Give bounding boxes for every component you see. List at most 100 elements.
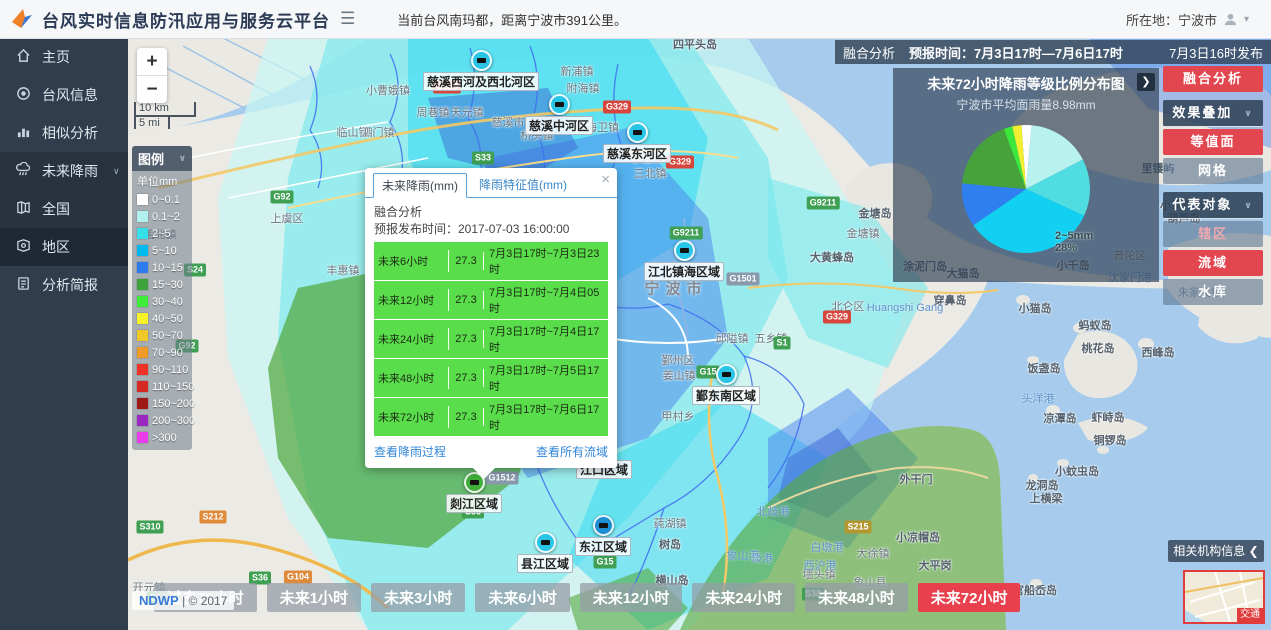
pie-panel: 未来72小时降雨等级比例分布图 ❯ 宁波市平均面雨量8.98mm 2~5mm28… bbox=[893, 68, 1159, 282]
legend-swatch bbox=[137, 398, 148, 409]
right-button-等值面[interactable]: 等值面 bbox=[1163, 129, 1263, 155]
road-badge-G92: G92 bbox=[270, 191, 293, 204]
forecast-topbar: 融合分析 预报时间：7月3日17时—7月6日17时 7月3日16时发布 bbox=[835, 40, 1271, 64]
sidebar-item-5[interactable]: 地区 bbox=[0, 228, 128, 266]
pie-panel-subtitle: 宁波市平均面雨量8.98mm bbox=[893, 96, 1159, 113]
pie-collapse-button[interactable]: ❯ bbox=[1137, 73, 1155, 91]
sidebar-item-4[interactable]: 全国 bbox=[0, 190, 128, 228]
popup-rain-row: 未来12小时27.37月3日17时~7月4日05时 bbox=[374, 281, 608, 319]
forecast-time-range: 预报时间：7月3日17时—7月6日17时 bbox=[909, 43, 1123, 62]
legend-label: 50~70 bbox=[152, 330, 183, 342]
attribution-brand[interactable]: NDWP bbox=[139, 593, 179, 608]
sidebar-item-label: 未来降雨 bbox=[42, 161, 98, 181]
legend-swatch bbox=[137, 245, 148, 256]
right-button-融合分析[interactable]: 融合分析 bbox=[1163, 66, 1263, 92]
basin-marker[interactable]: 慈溪东河区 bbox=[603, 122, 671, 163]
legend-swatch bbox=[137, 432, 148, 443]
legend-item: 50~70 bbox=[132, 327, 192, 344]
view-rain-process-link[interactable]: 查看降雨过程 bbox=[374, 443, 446, 460]
time-button-5[interactable]: 未来24小时 bbox=[692, 583, 795, 612]
rain-range: 7月3日17时~7月4日17时 bbox=[484, 320, 608, 358]
basin-marker-label: 剡江区域 bbox=[446, 494, 502, 513]
legend-label: 10~15 bbox=[152, 262, 183, 274]
typhoon-status-text: 当前台风南玛都，距离宁波市391公里。 bbox=[397, 10, 627, 29]
legend-label: 150~200 bbox=[152, 398, 195, 410]
minimap-traffic-tag: 交通 bbox=[1237, 608, 1263, 622]
basin-marker[interactable]: 慈溪西河及西北河区 bbox=[423, 50, 539, 91]
basin-marker[interactable]: 鄞东南区域 bbox=[692, 364, 760, 405]
wave-glyph-icon bbox=[554, 102, 563, 107]
road-badge-S212: S212 bbox=[199, 511, 226, 524]
rain-value: 27.3 bbox=[449, 291, 484, 309]
right-button-网格[interactable]: 网格 bbox=[1163, 158, 1263, 184]
right-button-水库[interactable]: 水库 bbox=[1163, 279, 1263, 305]
basin-marker[interactable]: 江北镇海区域 bbox=[644, 240, 724, 281]
sidebar-item-3[interactable]: 未来降雨 ∨ bbox=[0, 152, 128, 190]
bar-chart-icon bbox=[16, 124, 31, 142]
zoom-out-button[interactable]: − bbox=[137, 76, 167, 103]
rainfall-popup: × 未来降雨(mm)降雨特征值(mm) 融合分析 预报发布时间：2017-07-… bbox=[365, 168, 617, 468]
sidebar-item-0[interactable]: 主页 bbox=[0, 38, 128, 76]
popup-tab-0[interactable]: 未来降雨(mm) bbox=[373, 173, 467, 198]
time-button-1[interactable]: 未来1小时 bbox=[267, 583, 361, 612]
hamburger-menu-icon[interactable]: ☰ bbox=[340, 9, 355, 29]
popup-tail bbox=[473, 468, 495, 479]
road-badge-G9211: G9211 bbox=[670, 227, 703, 240]
popup-source: 融合分析 bbox=[374, 204, 608, 221]
legend-swatch bbox=[137, 364, 148, 375]
right-button-流域[interactable]: 流域 bbox=[1163, 250, 1263, 276]
sidebar-item-2[interactable]: 相似分析 bbox=[0, 114, 128, 152]
popup-tab-1[interactable]: 降雨特征值(mm) bbox=[471, 173, 575, 197]
legend-swatch bbox=[137, 262, 148, 273]
rain-period: 未来72小时 bbox=[374, 406, 449, 428]
time-button-6[interactable]: 未来48小时 bbox=[805, 583, 908, 612]
map-scale: 10 km 5 mi bbox=[134, 102, 196, 129]
map-canvas[interactable]: 小曹娥镇周巷镇天元镇慈溪市桥头镇观海卫镇附海镇新浦镇掌起镇三北镇临山镇泗门镇盖北… bbox=[128, 38, 1271, 630]
user-icon[interactable] bbox=[1223, 12, 1238, 27]
basin-marker[interactable]: 县江区域 bbox=[517, 532, 573, 573]
basin-marker-label: 江北镇海区域 bbox=[644, 262, 724, 281]
sidebar-item-label: 分析简报 bbox=[42, 275, 98, 295]
sidebar-item-6[interactable]: 分析简报 bbox=[0, 266, 128, 304]
scale-mi: 5 mi bbox=[134, 117, 170, 129]
user-menu-caret-icon[interactable]: ▾ bbox=[1244, 14, 1249, 25]
legend-swatch bbox=[137, 381, 148, 392]
time-button-3[interactable]: 未来6小时 bbox=[475, 583, 569, 612]
sidebar-item-label: 主页 bbox=[42, 47, 70, 67]
chevron-down-icon: ∨ bbox=[113, 166, 120, 177]
right-button-效果叠加[interactable]: 效果叠加∨ bbox=[1163, 100, 1263, 127]
zoom-in-button[interactable]: + bbox=[137, 48, 167, 76]
popup-close-icon[interactable]: × bbox=[601, 171, 610, 188]
traffic-minimap[interactable]: 交通 bbox=[1183, 570, 1265, 624]
rain-value: 27.3 bbox=[449, 408, 484, 426]
road-badge-S33: S33 bbox=[472, 152, 494, 165]
legend-item: 150~200 bbox=[132, 395, 192, 412]
wave-glyph-icon bbox=[540, 540, 549, 545]
road-badge-S1: S1 bbox=[773, 337, 790, 350]
road-badge-G15: G15 bbox=[593, 556, 616, 569]
legend-item: 0.1~2 bbox=[132, 208, 192, 225]
rain-period: 未来12小时 bbox=[374, 289, 449, 311]
org-info-button[interactable]: 相关机构信息 ❮ bbox=[1168, 540, 1264, 562]
legend-label: 0.1~2 bbox=[152, 211, 180, 223]
sidebar-item-label: 地区 bbox=[42, 237, 70, 257]
rain-range: 7月3日17时~7月3日23时 bbox=[484, 242, 608, 280]
time-button-4[interactable]: 未来12小时 bbox=[580, 583, 683, 612]
legend-header[interactable]: 图例 ∨ bbox=[132, 146, 192, 171]
basin-marker-dot bbox=[470, 50, 491, 71]
location-label: 所在地：宁波市 bbox=[1126, 10, 1217, 29]
basin-marker[interactable]: 东江区域 bbox=[575, 515, 631, 556]
time-button-2[interactable]: 未来3小时 bbox=[371, 583, 465, 612]
basin-marker[interactable]: 慈溪中河区 bbox=[525, 94, 593, 135]
sidebar-item-label: 台风信息 bbox=[42, 85, 98, 105]
time-button-7[interactable]: 未来72小时 bbox=[918, 583, 1021, 612]
chevron-down-icon: ∨ bbox=[1244, 192, 1253, 218]
topbar-fusion-label[interactable]: 融合分析 bbox=[843, 43, 895, 62]
right-button-辖区[interactable]: 辖区 bbox=[1163, 221, 1263, 247]
sidebar-item-1[interactable]: 台风信息 bbox=[0, 76, 128, 114]
legend-unit: 单位mm bbox=[132, 171, 192, 191]
view-all-basins-link[interactable]: 查看所有流域 bbox=[536, 443, 608, 460]
legend-label: 30~40 bbox=[152, 296, 183, 308]
legend-label: 15~30 bbox=[152, 279, 183, 291]
right-button-代表对象[interactable]: 代表对象∨ bbox=[1163, 192, 1263, 219]
